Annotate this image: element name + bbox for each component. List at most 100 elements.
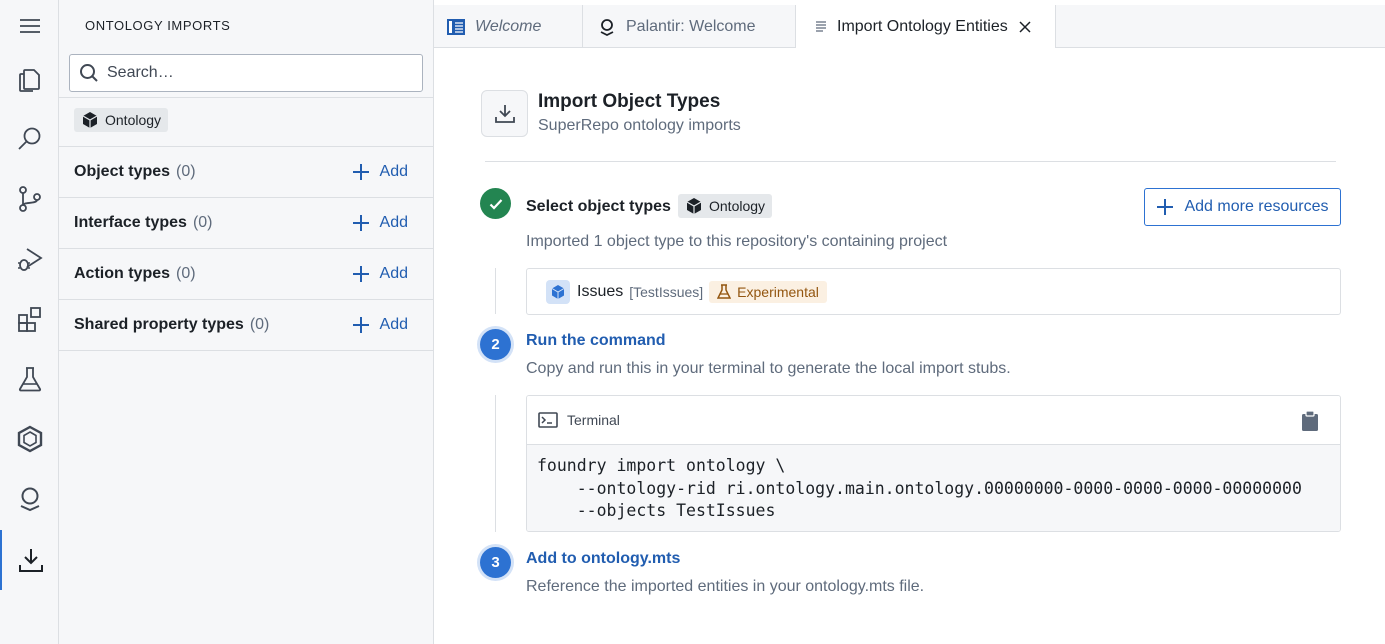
source-control-button[interactable] xyxy=(0,170,59,228)
ontology-imports-sidebar: ONTOLOGY IMPORTS Ontology Object types (… xyxy=(59,0,434,644)
extensions-icon xyxy=(17,307,41,332)
section-shared-property-types[interactable]: Shared property types (0) Add xyxy=(59,300,434,351)
step-3-description: Reference the imported entities in your … xyxy=(526,578,925,595)
section-count: (0) xyxy=(176,265,196,282)
tab-import-ontology-entities[interactable]: Import Ontology Entities xyxy=(796,5,1056,49)
header-divider xyxy=(485,161,1336,162)
run-debug-icon xyxy=(17,248,43,271)
palantir-icon xyxy=(20,487,39,512)
terminal-command[interactable]: foundry import ontology \ --ontology-rid… xyxy=(527,445,1340,531)
plus-icon xyxy=(1157,199,1174,215)
step-2-number: 2 xyxy=(480,329,511,360)
section-action-types[interactable]: Action types (0) Add xyxy=(59,249,434,300)
section-object-types[interactable]: Object types (0) Add xyxy=(59,147,434,198)
ontology-imports-button[interactable] xyxy=(0,530,59,590)
search-input[interactable] xyxy=(107,64,407,82)
check-icon xyxy=(489,198,502,210)
palantir-button[interactable] xyxy=(0,470,59,528)
menu-icon xyxy=(19,19,40,33)
cube-icon xyxy=(686,198,702,214)
plus-icon xyxy=(352,266,369,282)
import-icon xyxy=(494,104,515,123)
explorer-button[interactable] xyxy=(0,50,59,108)
section-count: (0) xyxy=(192,214,213,231)
step-2-title[interactable]: Run the command xyxy=(526,332,666,350)
section-count: (0) xyxy=(249,316,270,333)
cube-icon xyxy=(82,112,98,128)
object-type-icon xyxy=(546,279,570,304)
run-debug-button[interactable] xyxy=(0,230,59,288)
experimental-label: Experimental xyxy=(737,283,819,300)
resource-name: Issues xyxy=(577,282,624,300)
terminal-block: Terminal foundry import ontology \ --ont… xyxy=(526,395,1341,532)
page-subtitle: SuperRepo ontology imports xyxy=(538,117,741,134)
flask-icon xyxy=(18,367,41,392)
step-3-title[interactable]: Add to ontology.mts xyxy=(526,550,680,568)
step-1-title: Select object types xyxy=(526,198,671,215)
step-1-description: Imported 1 object type to this repositor… xyxy=(526,233,948,250)
add-interface-types-button[interactable]: Add xyxy=(352,214,408,232)
plus-icon xyxy=(352,317,369,333)
search-icon xyxy=(80,64,98,82)
terminal-icon xyxy=(538,412,558,428)
palantir-icon xyxy=(600,18,614,36)
section-label: Action types xyxy=(74,265,171,282)
import-page: Import Object Types SuperRepo ontology i… xyxy=(434,48,1385,644)
ontology-tag-label: Ontology xyxy=(709,198,766,214)
add-object-types-button[interactable]: Add xyxy=(352,163,408,181)
document-icon xyxy=(816,21,826,32)
plus-icon xyxy=(352,215,369,231)
terminal-header: Terminal xyxy=(527,396,1340,445)
tab-palantir-welcome[interactable]: Palantir: Welcome xyxy=(583,5,796,48)
step-3-number: 3 xyxy=(480,547,511,578)
header-icon-box xyxy=(481,90,528,137)
tab-label: Palantir: Welcome xyxy=(626,17,756,35)
plus-icon xyxy=(352,164,369,180)
page-title: Import Object Types xyxy=(538,91,721,112)
menu-button[interactable] xyxy=(0,0,59,52)
tab-welcome[interactable]: Welcome xyxy=(434,5,583,48)
close-icon[interactable] xyxy=(1018,20,1032,34)
files-icon xyxy=(18,69,40,92)
add-shared-property-types-button[interactable]: Add xyxy=(352,316,408,334)
search-icon xyxy=(17,127,40,150)
section-label: Object types xyxy=(74,163,171,180)
section-interface-types[interactable]: Interface types (0) Add xyxy=(59,198,434,249)
ontology-filter-label: Ontology xyxy=(105,112,162,128)
tab-label: Import Ontology Entities xyxy=(837,18,1008,35)
flask-icon xyxy=(717,283,732,299)
step-2-description: Copy and run this in your terminal to ge… xyxy=(526,360,1011,377)
sidebar-title: ONTOLOGY IMPORTS xyxy=(85,18,231,33)
import-icon xyxy=(18,549,43,572)
add-label: Add xyxy=(379,265,408,282)
search-box[interactable] xyxy=(69,54,423,92)
book-icon xyxy=(447,18,465,35)
add-label: Add xyxy=(379,214,408,231)
step-rail xyxy=(495,395,496,532)
clipboard-icon[interactable] xyxy=(1300,410,1320,432)
terminal-label: Terminal xyxy=(567,412,620,428)
editor-tab-bar: Welcome Palantir: Welcome Import Ontolog… xyxy=(434,5,1385,49)
add-action-types-button[interactable]: Add xyxy=(352,265,408,283)
section-count: (0) xyxy=(176,163,196,180)
hexagon-icon xyxy=(17,425,42,453)
add-label: Add xyxy=(379,163,408,180)
add-label: Add xyxy=(379,316,408,333)
filter-row: Ontology xyxy=(59,97,434,147)
testing-button[interactable] xyxy=(0,350,59,408)
step-rail xyxy=(495,268,496,314)
ontology-tag: Ontology xyxy=(678,194,773,218)
activity-bar xyxy=(0,0,59,644)
add-more-resources-button[interactable]: Add more resources xyxy=(1144,188,1341,226)
experimental-badge: Experimental xyxy=(709,280,827,303)
search-button[interactable] xyxy=(0,110,59,168)
foundry-button[interactable] xyxy=(0,410,59,468)
ontology-filter-tag[interactable]: Ontology xyxy=(74,108,169,132)
section-label: Shared property types xyxy=(74,316,244,333)
imported-resource-card[interactable]: Issues [TestIssues] Experimental xyxy=(526,268,1341,315)
step-1-complete-indicator xyxy=(480,188,511,219)
add-more-resources-label: Add more resources xyxy=(1184,198,1329,215)
section-label: Interface types xyxy=(74,214,187,231)
extensions-button[interactable] xyxy=(0,290,59,348)
tab-label: Welcome xyxy=(475,17,542,35)
